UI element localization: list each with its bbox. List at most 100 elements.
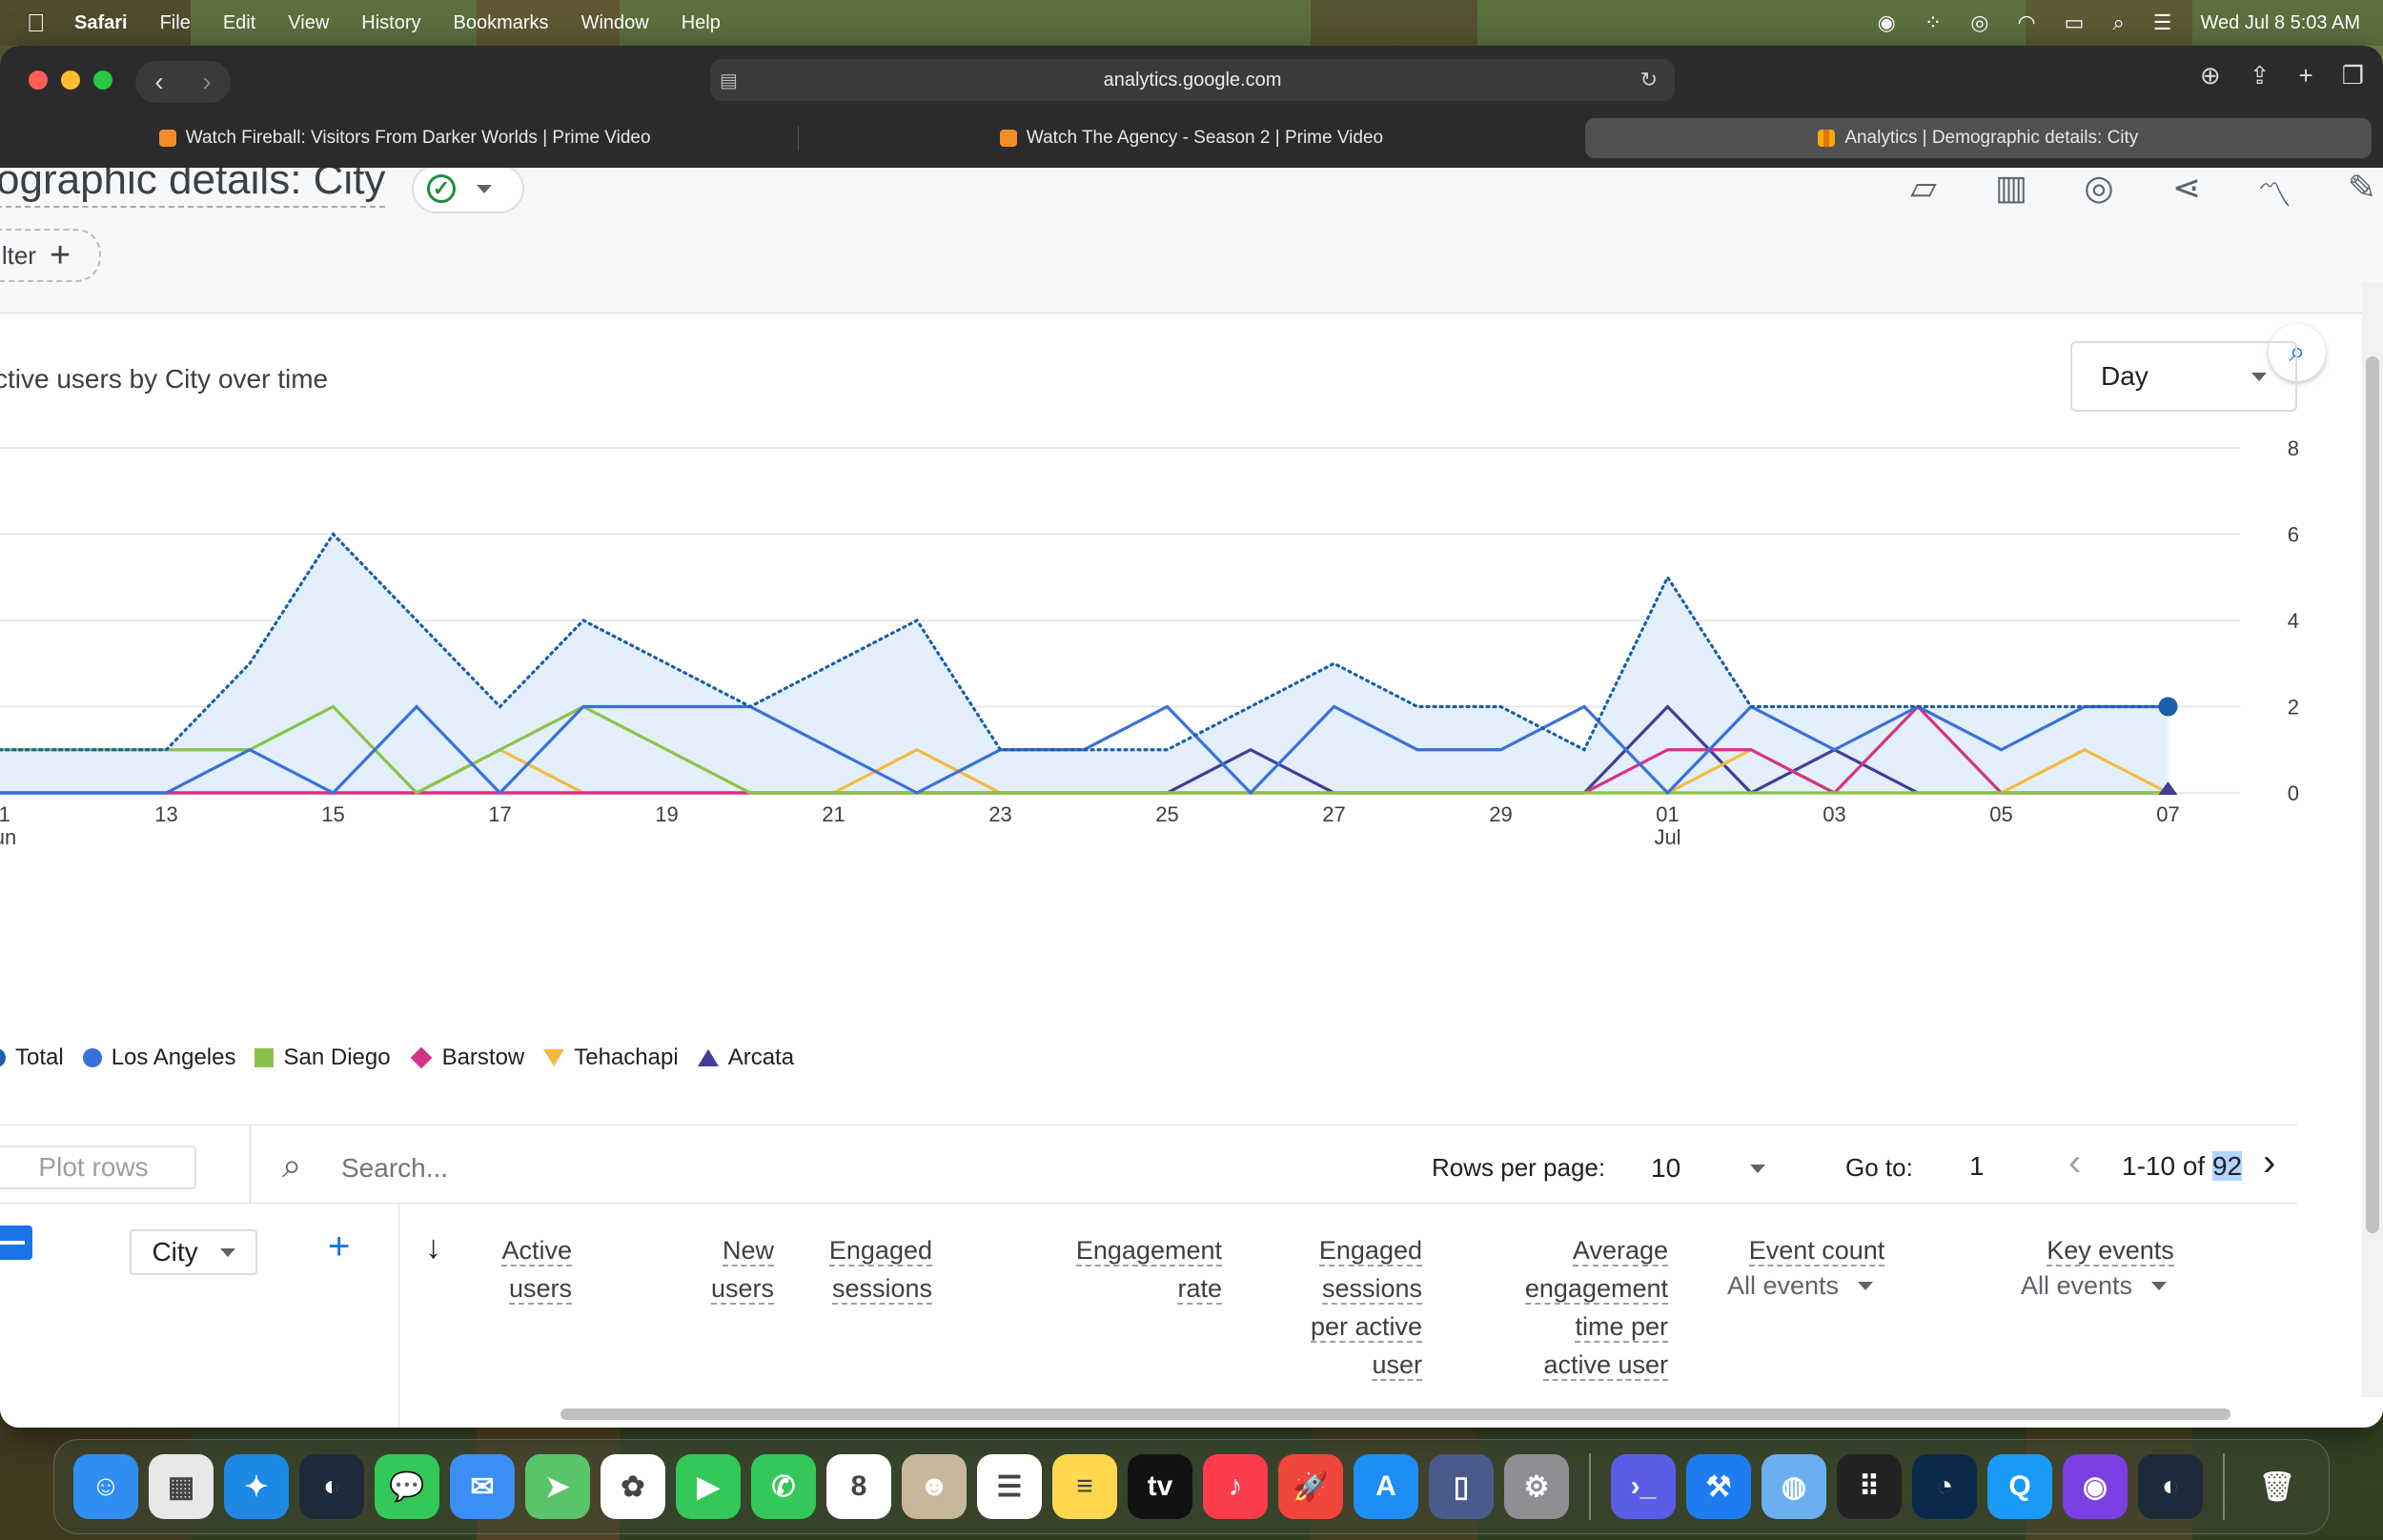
phone-icon[interactable]: ✆ — [751, 1454, 816, 1519]
address-bar[interactable]: ▤ analytics.google.com ↻ — [710, 59, 1675, 101]
new-tab-icon[interactable]: + — [2299, 61, 2313, 91]
search-input[interactable] — [339, 1145, 820, 1191]
apple-tv-icon[interactable]: tv — [1128, 1454, 1192, 1519]
wifi-icon[interactable]: ◠ — [2017, 10, 2035, 35]
terminal-icon[interactable]: ›_ — [1611, 1454, 1676, 1519]
status-app-icon[interactable]: ◉ — [1878, 10, 1896, 35]
event-filter-select[interactable]: All events — [2021, 1271, 2168, 1301]
granularity-select[interactable]: Day — [2070, 341, 2297, 412]
legend-item[interactable]: Total — [0, 1044, 64, 1071]
jar-icon[interactable]: ◍ — [1762, 1454, 1826, 1519]
menu-history[interactable]: History — [361, 12, 420, 34]
legend-item[interactable]: Tehachapi — [543, 1044, 679, 1071]
menu-app-name[interactable]: Safari — [74, 12, 128, 34]
speedometer-icon[interactable]: ◔ — [1912, 1454, 1977, 1519]
event-filter-select[interactable]: All events — [1727, 1271, 1874, 1301]
column-header[interactable]: Key events — [1996, 1231, 2225, 1269]
add-filter-button[interactable]: lter + — [0, 229, 101, 282]
insights-icon[interactable]: ◎ — [2078, 168, 2120, 217]
rocket-icon[interactable]: 🚀 — [1278, 1454, 1343, 1519]
plot-rows-button[interactable]: Plot rows — [0, 1145, 196, 1189]
messages-icon[interactable]: 💬 — [375, 1454, 439, 1519]
spotlight-search-icon[interactable]: ⌕ — [2112, 10, 2124, 35]
contacts-icon[interactable]: ☻ — [902, 1454, 967, 1519]
quicktime-icon[interactable]: Q — [1987, 1454, 2052, 1519]
select-all-checkbox[interactable] — [0, 1226, 32, 1260]
warp-icon[interactable]: ◐ — [299, 1454, 364, 1519]
facetime-icon[interactable]: ▶ — [676, 1454, 741, 1519]
tab-fireball[interactable]: Watch Fireball: Visitors From Darker Wor… — [11, 118, 798, 158]
column-header[interactable]: Engagement rate — [993, 1231, 1222, 1307]
downloads-icon[interactable]: ⊕ — [2200, 61, 2221, 91]
scrollbar-thumb[interactable] — [2366, 356, 2379, 1233]
goto-input[interactable]: 1 — [1969, 1151, 1985, 1182]
safari-icon[interactable]: ✦ — [224, 1454, 289, 1519]
next-page-icon[interactable]: › — [2263, 1142, 2275, 1185]
close-window-button[interactable] — [29, 71, 48, 90]
zoom-window-button[interactable] — [93, 71, 112, 90]
edit-report-icon[interactable]: ▱ — [1903, 168, 1945, 217]
menu-bookmarks[interactable]: Bookmarks — [454, 12, 549, 34]
compare-icon[interactable]: ▥ — [1990, 168, 2032, 217]
control-center-icon[interactable]: ☰ — [2153, 10, 2172, 35]
simulator-icon[interactable]: ▯ — [1429, 1454, 1494, 1519]
column-header-text: per active — [1310, 1312, 1422, 1343]
menu-window[interactable]: Window — [581, 12, 649, 34]
tab-the-agency[interactable]: Watch The Agency - Season 2 | Prime Vide… — [798, 118, 1584, 158]
finder-icon[interactable]: ☺ — [73, 1454, 138, 1519]
window-controls — [29, 71, 112, 90]
forward-icon[interactable]: › — [202, 67, 211, 97]
battery-icon[interactable]: ▭ — [2065, 10, 2085, 35]
notes-icon[interactable]: ≡ — [1052, 1454, 1117, 1519]
apple-menu-icon[interactable]:  — [27, 9, 55, 38]
mail-icon[interactable]: ✉ — [450, 1454, 515, 1519]
page-menu-icon[interactable]: ▤ — [720, 69, 738, 92]
report-status-dropdown[interactable]: ✓ — [412, 168, 524, 213]
github-icon[interactable]: ◉ — [2063, 1454, 2128, 1519]
column-header[interactable]: Engaged sessions — [703, 1231, 932, 1307]
grid-app-icon[interactable]: ⠿ — [1837, 1454, 1902, 1519]
share-report-icon[interactable]: ⋖ — [2166, 168, 2208, 217]
trend-icon[interactable]: 〽 — [2253, 168, 2295, 217]
menu-view[interactable]: View — [288, 12, 329, 34]
x-tick-label: 17 — [488, 802, 511, 826]
menu-file[interactable]: File — [160, 12, 191, 34]
reload-icon[interactable]: ↻ — [1640, 68, 1658, 92]
column-header[interactable]: Event count — [1702, 1231, 1931, 1269]
legend-item[interactable]: Barstow — [410, 1044, 524, 1071]
column-header[interactable]: Active users — [343, 1231, 572, 1307]
tab-analytics[interactable]: Analytics | Demographic details: City — [1584, 118, 2372, 158]
tab-overview-icon[interactable]: ❐ — [2342, 61, 2364, 91]
launchpad-icon[interactable]: ▦ — [149, 1454, 214, 1519]
legend-item[interactable]: Los Angeles — [82, 1044, 235, 1071]
back-icon[interactable]: ‹ — [154, 67, 163, 97]
photos-icon[interactable]: ✿ — [601, 1454, 665, 1519]
edit-pencil-icon[interactable]: ✎ — [2341, 168, 2383, 217]
prime-video-favicon-icon — [999, 130, 1017, 147]
column-header[interactable]: Average engagement time per active user — [1439, 1231, 1668, 1384]
menu-edit[interactable]: Edit — [223, 12, 255, 34]
dimension-select[interactable]: City — [130, 1229, 257, 1275]
dots-icon[interactable]: ⁘ — [1925, 10, 1942, 35]
trash-icon[interactable]: 🗑 — [2245, 1454, 2310, 1519]
page-title[interactable]: ographic details: City — [0, 168, 386, 208]
music-icon[interactable]: ♪ — [1203, 1454, 1268, 1519]
system-settings-icon[interactable]: ⚙ — [1504, 1454, 1569, 1519]
reminders-icon[interactable]: ☰ — [977, 1454, 1042, 1519]
xcode-icon[interactable]: ⚒ — [1686, 1454, 1751, 1519]
menubar-clock[interactable]: Wed Jul 8 5:03 AM — [2201, 12, 2361, 34]
legend-item[interactable]: Arcata — [697, 1044, 794, 1071]
maps-icon[interactable]: ➤ — [525, 1454, 590, 1519]
app-store-icon[interactable]: A — [1354, 1454, 1418, 1519]
media-icon[interactable]: ◎ — [1970, 10, 1988, 35]
legend-item[interactable]: San Diego — [255, 1044, 391, 1071]
column-header[interactable]: Engaged sessions per active user — [1193, 1231, 1422, 1384]
rows-per-page-select[interactable]: 10 — [1651, 1149, 1765, 1187]
previous-page-icon[interactable]: ‹ — [2068, 1142, 2081, 1185]
menu-help[interactable]: Help — [682, 12, 721, 34]
calendar-icon[interactable]: 8 — [826, 1454, 891, 1519]
share-icon[interactable]: ⇪ — [2250, 61, 2271, 91]
minimize-window-button[interactable] — [61, 71, 80, 90]
horizontal-scrollbar[interactable] — [560, 1408, 2230, 1420]
warp2-icon[interactable]: ◐ — [2138, 1454, 2203, 1519]
